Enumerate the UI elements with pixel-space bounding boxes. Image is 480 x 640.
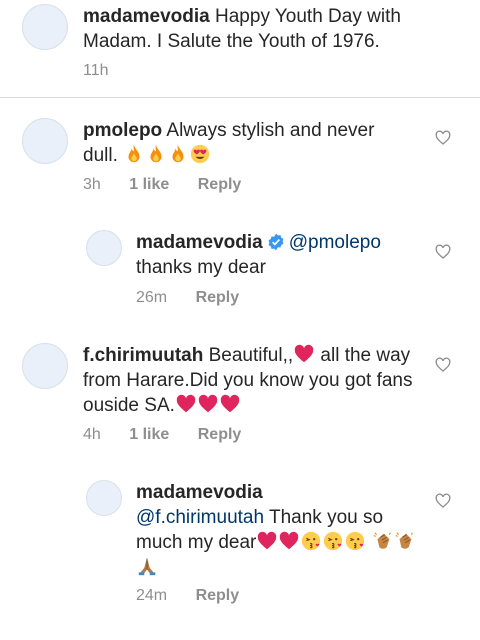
likes-count[interactable]: 1 like	[129, 426, 169, 443]
username[interactable]: madamevodia	[83, 6, 210, 27]
like-heart-icon[interactable]	[434, 129, 452, 147]
timestamp: 26m	[136, 289, 168, 306]
red-heart-emoji-icon	[293, 343, 315, 365]
comment-text: madamevodia @f.chirimuutah Thank you so …	[136, 480, 416, 580]
red-heart-emoji-icon	[256, 530, 278, 552]
kiss-face-emoji-icon	[344, 530, 366, 552]
comment-body: Beautiful,,	[208, 345, 294, 366]
likes-count[interactable]: 1 like	[129, 176, 169, 193]
red-heart-emoji-icon	[278, 530, 300, 552]
like-heart-icon[interactable]	[434, 356, 452, 374]
fire-emoji-icon	[167, 143, 189, 165]
comment-meta: 24m Reply	[136, 587, 263, 605]
pray-emoji-icon	[136, 555, 158, 577]
avatar[interactable]	[86, 230, 122, 266]
clap-emoji-icon	[394, 530, 416, 552]
reply-button[interactable]: Reply	[198, 176, 242, 193]
fire-emoji-icon	[123, 143, 145, 165]
reply-button[interactable]: Reply	[198, 426, 242, 443]
red-heart-emoji-icon	[219, 393, 241, 415]
username[interactable]: madamevodia	[136, 232, 263, 253]
red-heart-emoji-icon	[197, 393, 219, 415]
comment-meta: 4h 1 like Reply	[83, 426, 265, 444]
username[interactable]: madamevodia	[136, 482, 263, 503]
timestamp: 24m	[136, 587, 168, 604]
kiss-face-emoji-icon	[322, 530, 344, 552]
comment-text: pmolepo Always stylish and never dull.	[83, 118, 413, 168]
divider	[0, 97, 480, 98]
timestamp: 11h	[83, 62, 109, 79]
like-heart-icon[interactable]	[434, 492, 452, 510]
timestamp: 4h	[83, 426, 101, 443]
username[interactable]: f.chirimuutah	[83, 345, 203, 366]
like-heart-icon[interactable]	[434, 243, 452, 261]
timestamp: 3h	[83, 176, 101, 193]
comment-meta: 3h 1 like Reply	[83, 176, 265, 194]
avatar[interactable]	[22, 118, 68, 164]
reply-button[interactable]: Reply	[196, 587, 240, 604]
kiss-face-emoji-icon	[300, 530, 322, 552]
mention-link[interactable]: @pmolepo	[289, 232, 381, 253]
mention-link[interactable]: @f.chirimuutah	[136, 507, 264, 528]
comment-meta: 11h	[83, 62, 133, 80]
red-heart-emoji-icon	[175, 393, 197, 415]
comment-meta: 26m Reply	[136, 289, 263, 307]
clap-emoji-icon	[372, 530, 394, 552]
fire-emoji-icon	[145, 143, 167, 165]
avatar[interactable]	[22, 343, 68, 389]
comment-body: thanks my dear	[136, 257, 266, 278]
comment-text: f.chirimuutah Beautiful,, all the way fr…	[83, 343, 418, 418]
verified-badge-icon	[267, 233, 285, 251]
comment-text: madamevodia @pmolepo thanks my dear	[136, 230, 416, 280]
reply-button[interactable]: Reply	[196, 289, 240, 306]
comment-text: madamevodia Happy Youth Day with Madam. …	[83, 4, 433, 54]
avatar[interactable]	[22, 4, 68, 50]
heart-eyes-emoji-icon	[189, 143, 211, 165]
avatar[interactable]	[86, 480, 122, 516]
username[interactable]: pmolepo	[83, 120, 162, 141]
